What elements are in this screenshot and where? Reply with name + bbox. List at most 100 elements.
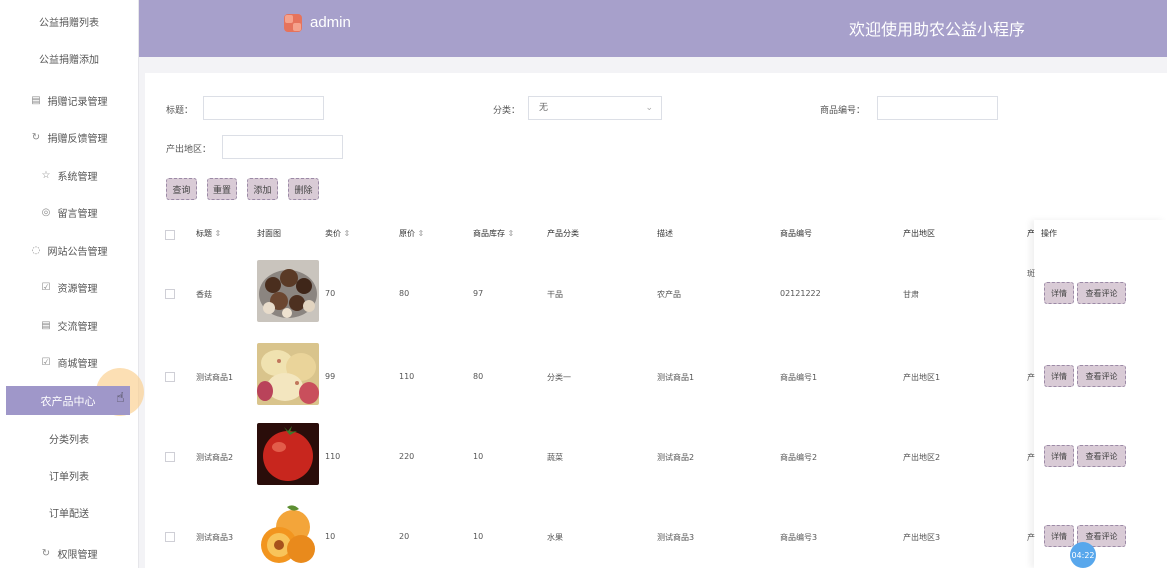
- detail-button[interactable]: 详情: [1044, 525, 1074, 547]
- reset-button[interactable]: 重置: [207, 178, 237, 200]
- main-panel: 标题： 分类： 无 ⌄ 商品编号： 产出地区： 查询 重置 添加 删除 标题 ⇕…: [145, 73, 1167, 568]
- sidebar-item-label: 系统管理: [57, 171, 98, 183]
- cell-product-no: 商品编号3: [780, 533, 818, 542]
- sidebar-item-donation-feedback[interactable]: ↻ 捐赠反馈管理: [0, 127, 138, 147]
- row-checkbox[interactable]: [165, 372, 175, 382]
- header-region: 产出地区: [903, 229, 935, 238]
- category-label: 分类：: [493, 106, 521, 116]
- sidebar-item-label: 商城管理: [57, 358, 98, 370]
- sidebar-item-label: 资源管理: [57, 283, 98, 295]
- broadcast-icon: ◌: [31, 244, 41, 256]
- category-value: 无: [539, 103, 549, 113]
- select-all-checkbox[interactable]: [165, 230, 175, 240]
- sidebar-item-permissions[interactable]: ↻ 权限管理: [0, 543, 138, 563]
- archive-icon: ▤: [31, 94, 41, 106]
- cell-product-no: 商品编号2: [780, 453, 818, 462]
- header-stock[interactable]: 商品库存 ⇕: [473, 228, 514, 239]
- cell-stock: 10: [473, 452, 484, 461]
- sidebar-item-category-list[interactable]: 分类列表: [0, 428, 138, 448]
- row-checkbox[interactable]: [165, 532, 175, 542]
- detail-button[interactable]: 详情: [1044, 445, 1074, 467]
- sidebar-item-label: 订单列表: [49, 471, 89, 483]
- cell-desc: 测试商品2: [657, 453, 695, 462]
- header-title[interactable]: 标题 ⇕: [196, 228, 221, 239]
- sidebar-item-label: 权限管理: [57, 549, 98, 561]
- cell-extra: 产: [1027, 453, 1035, 462]
- product-image-apricot: [257, 503, 319, 565]
- sort-icon: ⇕: [417, 229, 425, 238]
- view-comments-button[interactable]: 查看评论: [1077, 282, 1126, 304]
- add-button[interactable]: 添加: [247, 178, 278, 200]
- view-comments-button[interactable]: 查看评论: [1077, 445, 1126, 467]
- cell-stock: 10: [473, 532, 484, 541]
- cell-region: 甘肃: [903, 290, 919, 299]
- sort-icon: ⇕: [214, 229, 222, 238]
- detail-button[interactable]: 详情: [1044, 282, 1074, 304]
- sidebar-item-label: 捐赠反馈管理: [47, 133, 108, 145]
- title-input[interactable]: [203, 96, 324, 120]
- delete-button[interactable]: 删除: [288, 178, 319, 200]
- sidebar-item-system[interactable]: ☆ 系统管理: [0, 165, 138, 185]
- compass-icon: ◎: [41, 206, 51, 218]
- cell-stock: 97: [473, 289, 484, 298]
- view-comments-button[interactable]: 查看评论: [1077, 365, 1126, 387]
- cell-price: 99: [325, 372, 336, 381]
- query-button[interactable]: 查询: [166, 178, 197, 200]
- sidebar-item-order-list[interactable]: 订单列表: [0, 465, 138, 485]
- sidebar-item-label: 捐赠记录管理: [47, 96, 108, 108]
- product-no-label: 商品编号：: [820, 106, 866, 116]
- cell-extra: 产: [1027, 373, 1035, 382]
- sidebar-item-donation-add[interactable]: 公益捐赠添加: [0, 48, 138, 68]
- sidebar-item-resources[interactable]: ☑ 资源管理: [0, 277, 138, 297]
- cell-product-no: 商品编号1: [780, 373, 818, 382]
- sidebar-item-messages[interactable]: ◎ 留言管理: [0, 202, 138, 222]
- header-price[interactable]: 卖价 ⇕: [325, 228, 350, 239]
- sort-icon: ⇕: [507, 229, 515, 238]
- sidebar-item-label: 网站公告管理: [47, 246, 108, 258]
- checkbox-icon: ☑: [41, 281, 51, 293]
- sidebar-item-order-delivery[interactable]: 订单配送: [0, 502, 138, 522]
- cell-extra: 斑: [1027, 269, 1035, 278]
- sidebar-item-label: 公益捐赠列表: [39, 17, 99, 29]
- chevron-down-icon: ⌄: [645, 103, 653, 113]
- product-image-potato: [257, 343, 319, 405]
- region-input[interactable]: [222, 135, 343, 159]
- sidebar-item-label: 农产品中心: [40, 394, 96, 408]
- sidebar-item-label: 订单配送: [49, 508, 89, 520]
- top-bar: admin 欢迎使用助农公益小程序: [139, 0, 1167, 57]
- cell-price: 110: [325, 452, 341, 461]
- cell-title: 测试商品1: [196, 373, 234, 382]
- row-checkbox[interactable]: [165, 289, 175, 299]
- sidebar-item-donation-list[interactable]: 公益捐赠列表: [0, 11, 138, 31]
- cell-price: 70: [325, 289, 336, 298]
- header-orig-price[interactable]: 原价 ⇕: [399, 228, 424, 239]
- sidebar-item-exchange[interactable]: ▤ 交流管理: [0, 315, 138, 335]
- welcome-title: 欢迎使用助农公益小程序: [848, 20, 1025, 39]
- sidebar-item-label: 公益捐赠添加: [39, 54, 99, 66]
- sidebar-item-farm-products[interactable]: 农产品中心: [6, 386, 130, 415]
- cell-region: 产出地区3: [903, 533, 941, 542]
- timer-badge: 04:22: [1070, 542, 1096, 568]
- cell-extra: 产: [1027, 533, 1035, 542]
- cell-category: 干品: [547, 290, 563, 299]
- product-no-input[interactable]: [877, 96, 998, 120]
- detail-button[interactable]: 详情: [1044, 365, 1074, 387]
- cell-desc: 农产品: [657, 290, 681, 299]
- sidebar-item-label: 留言管理: [57, 208, 98, 220]
- cell-category: 水果: [547, 533, 563, 542]
- app-name: admin: [310, 14, 351, 31]
- refresh-icon: ↻: [41, 547, 51, 559]
- sidebar-item-donation-records[interactable]: ▤ 捐赠记录管理: [0, 90, 138, 110]
- cell-product-no: 02121222: [780, 289, 821, 298]
- product-image-tomato: [257, 423, 319, 485]
- cell-orig-price: 220: [399, 452, 415, 461]
- sidebar-item-announcements[interactable]: ◌ 网站公告管理: [0, 240, 138, 260]
- row-checkbox[interactable]: [165, 452, 175, 462]
- category-select[interactable]: 无 ⌄: [528, 96, 662, 120]
- sidebar-item-label: 交流管理: [57, 321, 98, 333]
- refresh-icon: ↻: [31, 131, 41, 143]
- sidebar: 公益捐赠列表 公益捐赠添加 ▤ 捐赠记录管理 ↻ 捐赠反馈管理 ☆ 系统管理 ◎ 留言管…: [0, 0, 144, 568]
- cell-region: 产出地区1: [903, 373, 941, 382]
- archive-icon: ▤: [41, 319, 51, 331]
- header-cover: 封面图: [257, 229, 281, 238]
